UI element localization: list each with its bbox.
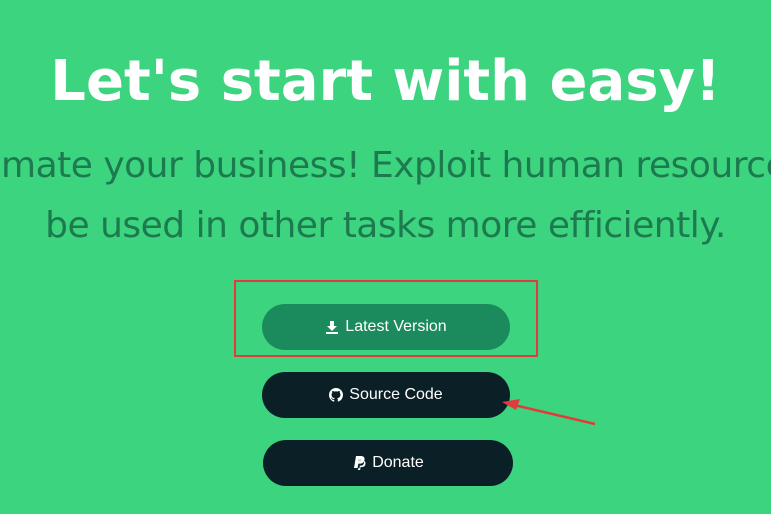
latest-version-label: Latest Version (345, 318, 447, 335)
hero-subline-1: Automate your business! Exploit human re… (0, 145, 771, 186)
latest-version-button[interactable]: Latest Version (262, 304, 510, 350)
donate-label: Donate (372, 454, 424, 471)
landing-page: Let's start with easy! Automate your bus… (0, 0, 771, 514)
hero-subline-2: be used in other tasks more efficiently. (45, 205, 726, 246)
source-code-label: Source Code (349, 386, 443, 403)
github-icon (329, 388, 344, 402)
download-icon (325, 320, 339, 334)
source-code-button[interactable]: Source Code (262, 372, 510, 418)
donate-button[interactable]: Donate (263, 440, 513, 486)
hero-headline: Let's start with easy! (50, 49, 721, 114)
annotation-arrow (502, 399, 596, 426)
paypal-icon (352, 456, 366, 470)
